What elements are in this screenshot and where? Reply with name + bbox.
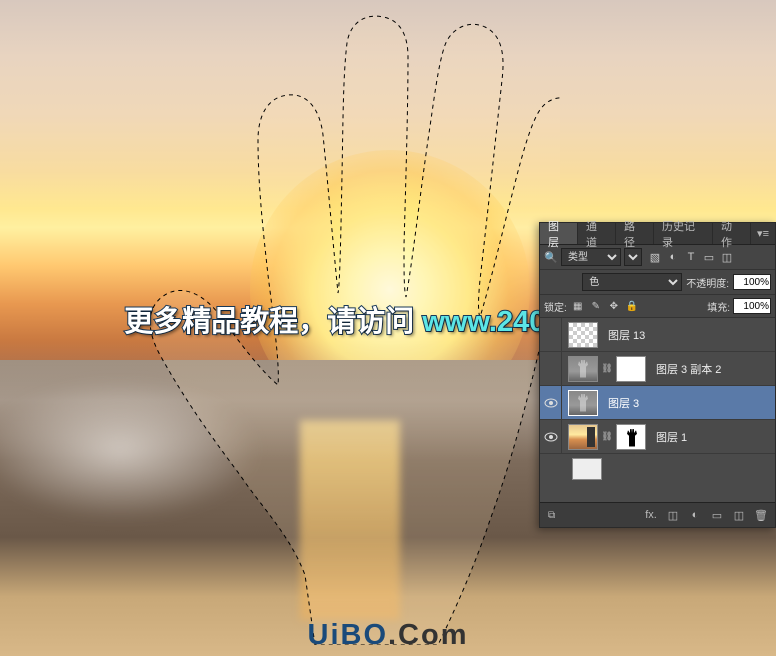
delete-layer-button[interactable]: 🗑 [751,506,771,524]
tab-paths[interactable]: 路径 [616,223,654,244]
layer-name-label[interactable]: 图层 1 [656,429,687,445]
layers-panel: 图层 通道 路径 历史记录 动作 ▾≡ 🔍 类型 ▧ ◐ T ▭ ◫ 色 不透明… [539,222,776,528]
add-mask-button[interactable]: ◫ [663,506,683,524]
collapsed-layer-thumb[interactable] [572,458,602,480]
layers-blank-area[interactable] [540,454,775,502]
layer-type-dropdown[interactable] [624,248,642,266]
search-icon[interactable]: 🔍 [544,250,558,264]
layer-visibility-toggle[interactable] [540,352,562,385]
eye-icon [544,432,558,442]
filter-pixel-icon[interactable]: ▧ [647,249,663,265]
layer-type-filter[interactable]: 类型 [561,248,621,266]
layer-thumbnail[interactable] [568,424,598,450]
layer-thumbnails [562,322,604,348]
layer-visibility-toggle[interactable] [540,420,562,453]
layer-row[interactable]: 图层 3 [540,386,775,420]
layer-name-label[interactable]: 图层 3 [608,395,639,411]
layer-mask-thumbnail[interactable] [616,424,646,450]
layer-thumbnail[interactable] [568,390,598,416]
tab-channels[interactable]: 通道 [578,223,616,244]
lock-all-icon[interactable]: 🔒 [624,298,640,314]
opacity-label: 不透明度: [686,275,729,290]
mask-link-icon[interactable]: ⛓ [602,431,612,442]
layer-row[interactable]: 图层 13 [540,318,775,352]
layers-list: 图层 13 ⛓ 图层 3 副本 2 图层 3 [540,318,775,502]
link-layers-button[interactable]: ⧉ [544,510,559,521]
new-group-button[interactable]: ▭ [707,506,727,524]
watermark-footer: UiBO.Com [308,619,469,652]
blend-opacity-row: 色 不透明度: [540,270,775,295]
filter-smart-icon[interactable]: ◫ [719,249,735,265]
panel-footer: ⧉ fx. ◫ ◐ ▭ ◫ 🗑 [540,502,775,527]
layer-visibility-toggle[interactable] [540,318,562,351]
tab-history[interactable]: 历史记录 [654,223,713,244]
lock-icon-group: ▦ ✎ ✥ 🔒 [570,298,640,314]
filter-adjust-icon[interactable]: ◐ [665,249,681,265]
fx-button[interactable]: fx. [641,506,661,524]
lock-position-icon[interactable]: ✥ [606,298,622,314]
panel-menu-button[interactable]: ▾≡ [751,223,775,244]
lock-pixels-icon[interactable]: ✎ [588,298,604,314]
layer-thumbnail[interactable] [568,322,598,348]
layer-thumbnails [562,390,604,416]
layer-name-label[interactable]: 图层 3 副本 2 [656,361,721,377]
layer-thumbnail[interactable] [568,356,598,382]
lock-fill-row: 锁定: ▦ ✎ ✥ 🔒 填充: [540,295,775,318]
add-adjustment-button[interactable]: ◐ [685,506,705,524]
new-layer-button[interactable]: ◫ [729,506,749,524]
tab-actions[interactable]: 动作 [713,223,751,244]
layer-thumbnails: ⛓ [562,356,652,382]
opacity-input[interactable] [733,274,771,290]
layer-mask-thumbnail[interactable] [616,356,646,382]
tab-layers[interactable]: 图层 [540,223,578,244]
watermark-brand: UiBO [308,619,389,651]
layer-row[interactable]: ⛓ 图层 3 副本 2 [540,352,775,386]
filter-text-icon[interactable]: T [683,249,699,265]
layer-visibility-toggle[interactable] [540,386,562,419]
layer-name-label[interactable]: 图层 13 [608,327,645,343]
lock-transparent-icon[interactable]: ▦ [570,298,586,314]
fill-label: 填充: [707,299,730,314]
watermark-suffix: .Com [388,619,469,651]
fill-input[interactable] [733,298,771,314]
layer-thumbnails: ⛓ [562,424,652,450]
filter-shape-icon[interactable]: ▭ [701,249,717,265]
eye-icon [544,398,558,408]
blend-mode-select[interactable]: 色 [582,273,682,291]
layer-row[interactable]: ⛓ 图层 1 [540,420,775,454]
panel-tabs: 图层 通道 路径 历史记录 动作 ▾≡ [540,223,775,245]
mask-link-icon[interactable]: ⛓ [602,363,612,374]
lock-label: 锁定: [544,299,567,314]
watermark-prefix: 更多精品教程，请访问 [124,306,422,338]
filter-icon-group: ▧ ◐ T ▭ ◫ [647,249,735,265]
